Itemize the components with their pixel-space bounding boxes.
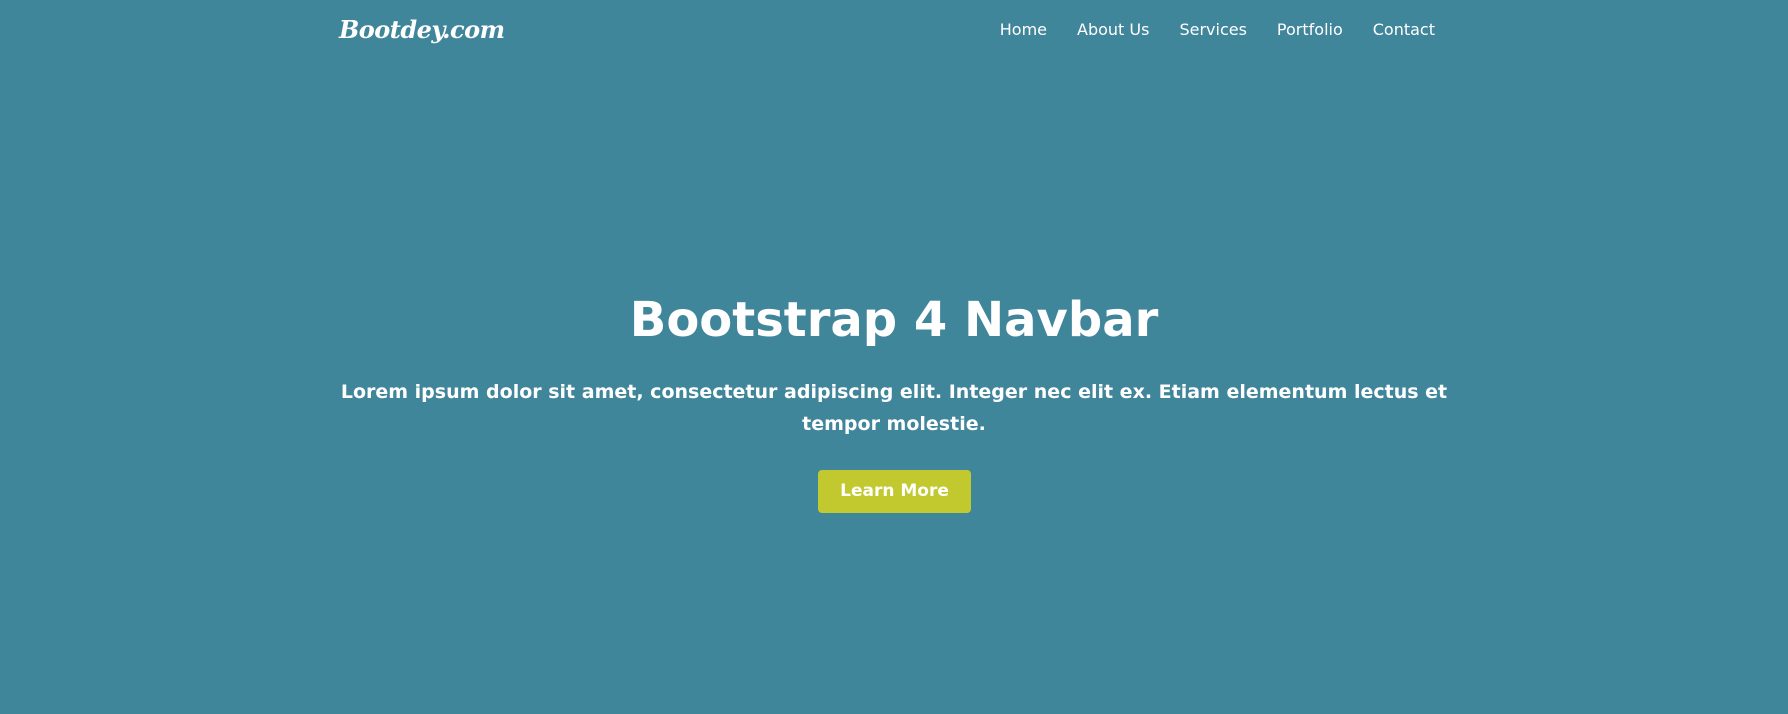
learn-more-button[interactable]: Learn More	[818, 470, 971, 513]
hero-section: Bootstrap 4 Navbar Lorem ipsum dolor sit…	[0, 0, 1788, 714]
hero-description: Lorem ipsum dolor sit amet, consectetur …	[340, 381, 1448, 435]
hero-title: Bootstrap 4 Navbar	[629, 292, 1159, 348]
